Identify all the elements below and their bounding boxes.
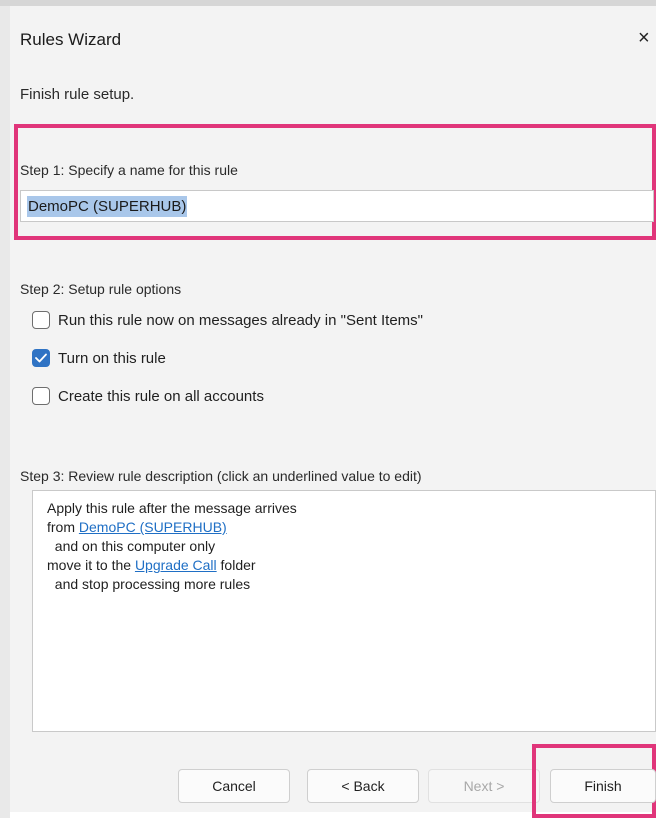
step1-highlight-box (14, 124, 656, 240)
step2-label: Step 2: Setup rule options (20, 281, 182, 297)
turn-on-checkbox[interactable] (32, 349, 50, 367)
from-prefix: from (47, 519, 79, 535)
move-prefix: move it to the (47, 557, 135, 573)
rule-name-value: DemoPC (SUPERHUB) (27, 195, 188, 217)
page-subtitle: Finish rule setup. (20, 86, 135, 103)
all-accounts-label: Create this rule on all accounts (58, 387, 264, 405)
description-line-3: and on this computer only (47, 538, 216, 554)
description-line-2: from DemoPC (SUPERHUB) (47, 518, 655, 537)
close-icon[interactable]: × (638, 26, 656, 50)
turn-on-label: Turn on this rule (58, 349, 166, 367)
next-button[interactable]: Next > (428, 769, 540, 803)
checkmark-icon (35, 353, 47, 363)
description-line-5: and stop processing more rules (47, 576, 251, 592)
description-line-1: Apply this rule after the message arrive… (47, 500, 297, 516)
run-now-label: Run this rule now on messages already in… (58, 311, 423, 329)
folder-link[interactable]: Upgrade Call (135, 557, 217, 573)
from-sender-link[interactable]: DemoPC (SUPERHUB) (79, 519, 227, 535)
step1-label: Step 1: Specify a name for this rule (20, 162, 238, 178)
title-bar: Rules Wizard × (10, 12, 656, 66)
all-accounts-checkbox[interactable] (32, 387, 50, 405)
option-turn-on[interactable]: Turn on this rule (32, 349, 166, 367)
rule-name-input[interactable]: DemoPC (SUPERHUB) (20, 190, 654, 222)
step3-label: Step 3: Review rule description (click a… (20, 468, 422, 484)
option-all-accounts[interactable]: Create this rule on all accounts (32, 387, 264, 405)
rules-wizard-dialog: Rules Wizard × Finish rule setup. Step 1… (0, 0, 656, 818)
window-title: Rules Wizard (20, 30, 122, 49)
description-line-4: move it to the Upgrade Call folder (47, 556, 655, 575)
option-run-now[interactable]: Run this rule now on messages already in… (32, 311, 423, 329)
folder-suffix: folder (216, 557, 256, 573)
back-button[interactable]: < Back (307, 769, 419, 803)
cancel-button[interactable]: Cancel (178, 769, 290, 803)
run-now-checkbox[interactable] (32, 311, 50, 329)
rule-description-box: Apply this rule after the message arrive… (32, 490, 656, 732)
window-left-edge (0, 6, 10, 818)
finish-button[interactable]: Finish (550, 769, 656, 803)
